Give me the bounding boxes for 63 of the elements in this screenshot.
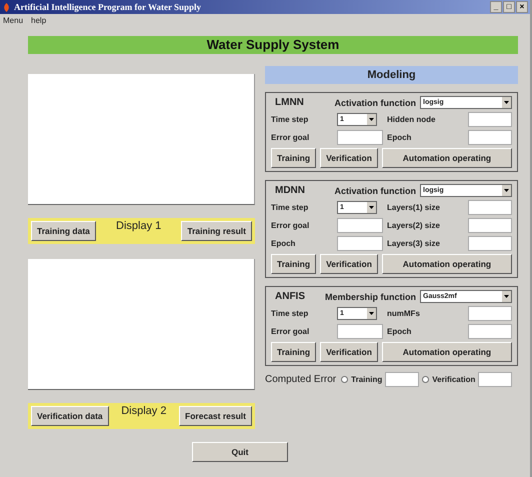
display-label: Display 2 [121, 405, 166, 417]
field-label: Layers(1) size [387, 203, 441, 212]
modeling-header: Modeling [265, 66, 518, 84]
field-label: Time step [271, 115, 310, 124]
field-label: Time step [271, 309, 310, 318]
model-button[interactable]: Training [271, 148, 316, 168]
input-field[interactable] [468, 218, 512, 233]
window-control-button[interactable]: × [516, 1, 528, 13]
window-control-button[interactable]: □ [503, 1, 515, 13]
input-field[interactable] [468, 306, 512, 321]
quit-button[interactable]: Quit [192, 442, 288, 462]
field-label: Error goal [271, 221, 310, 230]
model-button[interactable]: Verification [320, 342, 378, 362]
model-button[interactable]: Automation operating [382, 342, 512, 362]
input-field[interactable] [468, 324, 512, 339]
field-label: Time step [271, 203, 310, 212]
input-field[interactable] [337, 324, 383, 339]
model-button[interactable]: Training [271, 342, 316, 362]
input-field[interactable] [468, 112, 512, 127]
display-button[interactable]: Forecast result [179, 406, 252, 426]
field-label: Epoch [271, 239, 296, 248]
input-field[interactable] [468, 236, 512, 251]
radio-button[interactable] [422, 376, 430, 383]
model-button[interactable]: Automation operating [382, 148, 512, 168]
field-label: Activation function [334, 186, 416, 196]
window-title: Artificial Intelligence Program for Water Supply [14, 2, 202, 12]
input-field[interactable] [337, 130, 383, 145]
display-button[interactable]: Training data [31, 221, 96, 241]
input-field[interactable] [337, 218, 383, 233]
field-label: numMFs [387, 309, 421, 318]
display-button[interactable]: Training result [181, 221, 252, 241]
radio-label[interactable]: Verification [432, 375, 476, 384]
computed-error-label: Computed Error [265, 374, 336, 385]
model-button[interactable]: Verification [320, 148, 378, 168]
field-label: Layers(2) size [387, 221, 441, 230]
display-label: Display 1 [116, 220, 162, 232]
field-label: Epoch [387, 133, 412, 142]
model-name: ANFIS [274, 291, 306, 302]
window-control-button[interactable]: _ [490, 1, 502, 13]
display-button[interactable]: Verification data [31, 406, 109, 426]
radio-label[interactable]: Training [351, 375, 382, 384]
field-label: Hidden node [387, 115, 436, 124]
field-label: Layers(3) size [387, 239, 441, 248]
model-button[interactable]: Training [271, 254, 316, 274]
field-label: Activation function [334, 98, 416, 108]
input-field[interactable] [337, 236, 383, 251]
model-name: LMNN [274, 97, 305, 108]
input-field[interactable] [385, 372, 420, 387]
field-label: Membership function [324, 292, 416, 302]
model-button[interactable]: Verification [320, 254, 378, 274]
field-label: Error goal [271, 133, 310, 142]
menu-item[interactable]: help [31, 16, 46, 24]
input-field[interactable] [468, 200, 512, 215]
model-button[interactable]: Automation operating [382, 254, 512, 274]
flame-icon [2, 2, 11, 12]
menu-item[interactable]: Menu [3, 16, 24, 24]
field-label: Error goal [271, 327, 310, 336]
field-label: Epoch [387, 327, 412, 336]
input-field[interactable] [468, 130, 512, 145]
input-field[interactable] [478, 372, 512, 387]
banner-title: Water Supply System [28, 36, 518, 54]
model-name: MDNN [274, 185, 306, 196]
radio-button[interactable] [341, 376, 348, 383]
